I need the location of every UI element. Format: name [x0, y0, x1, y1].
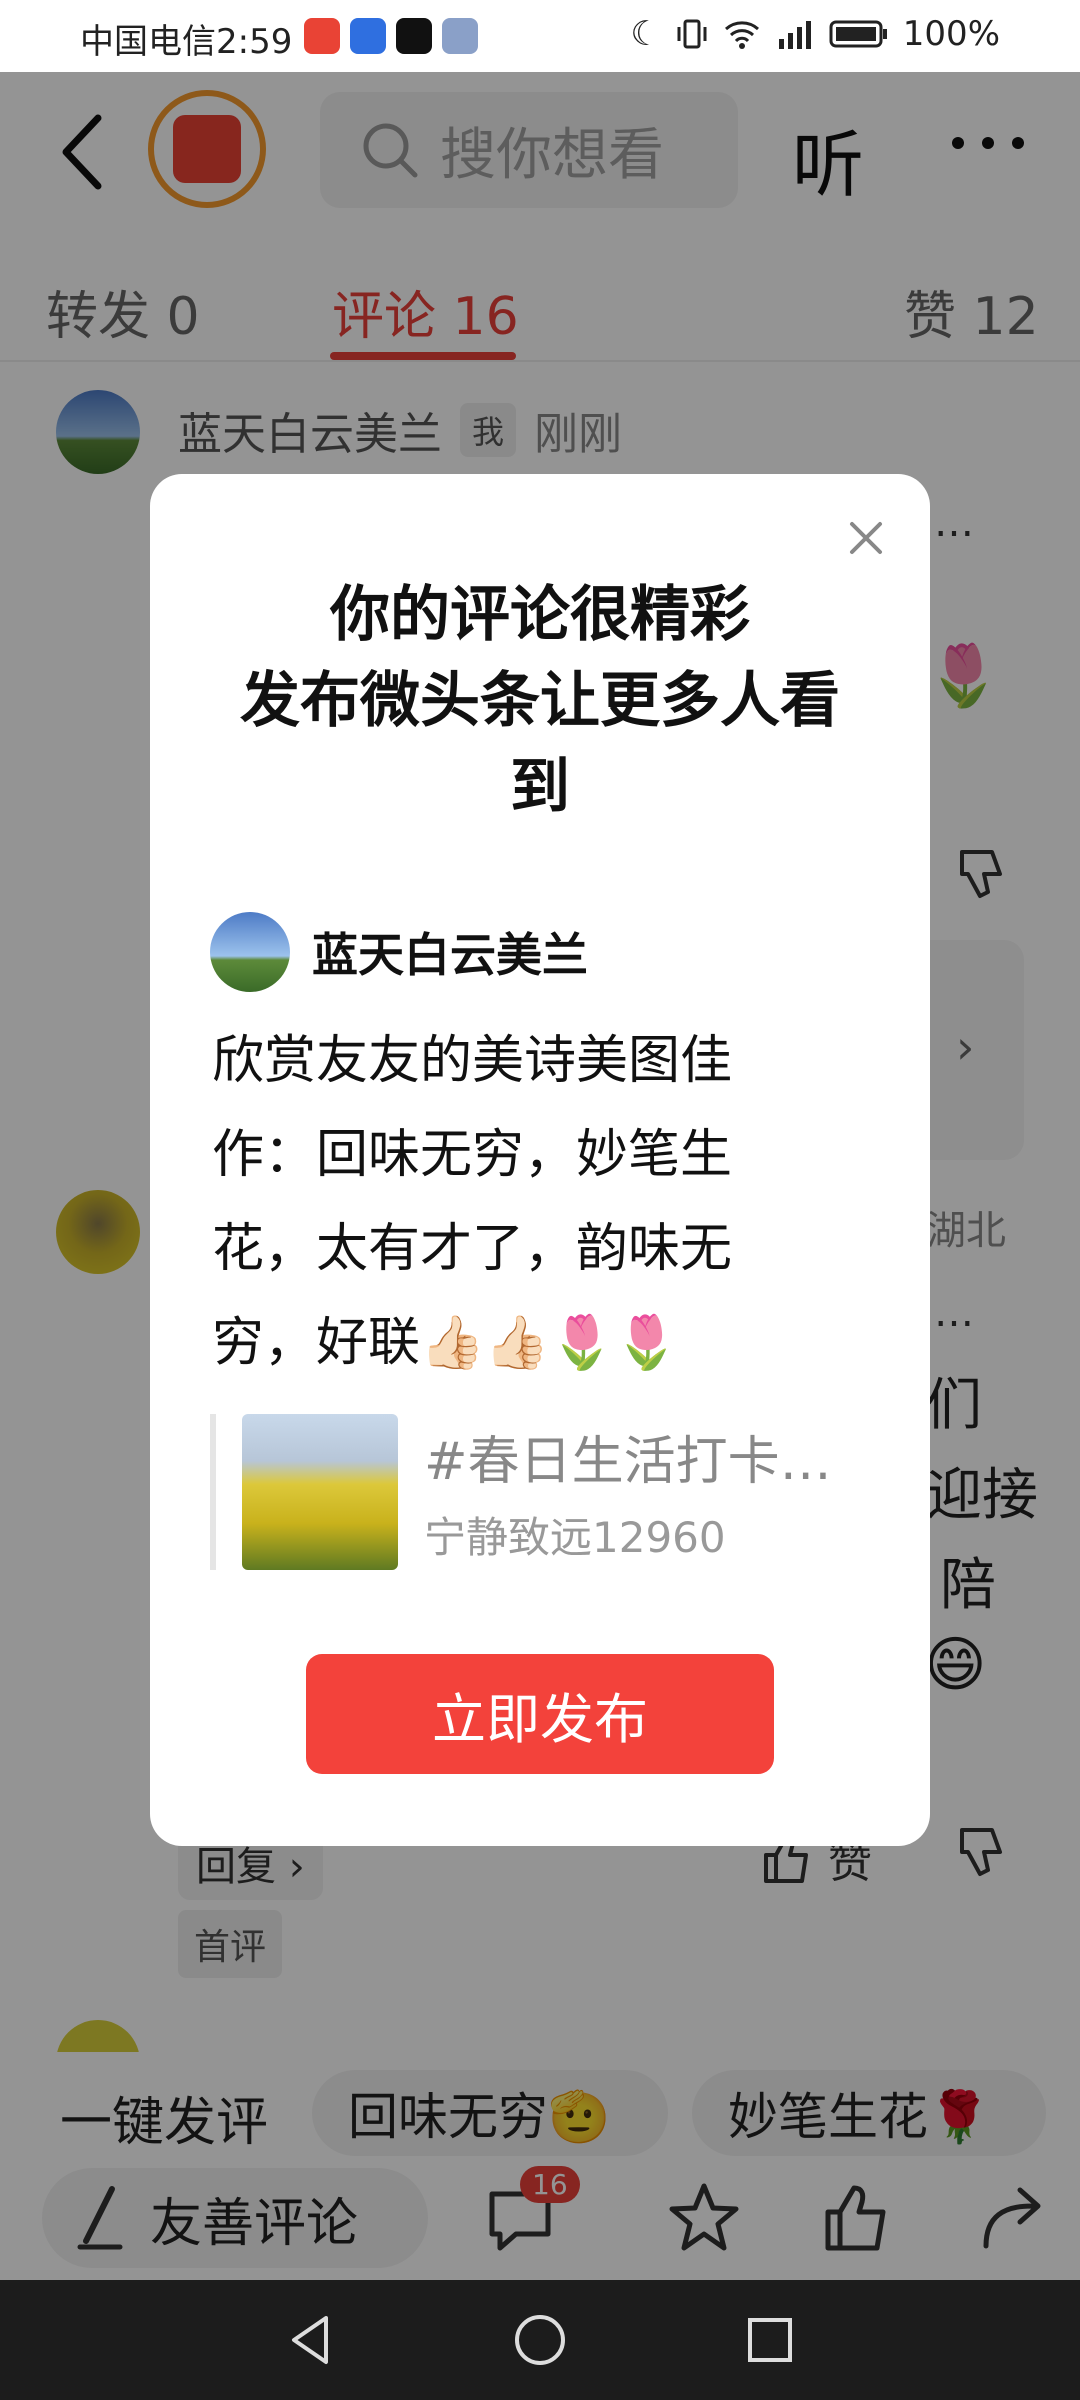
- vibrate-icon: [677, 19, 707, 49]
- quoted-post-author: 宁静致远12960: [424, 1513, 726, 1562]
- wifi-icon: [724, 21, 759, 49]
- dialog-title-line: 你的评论很精彩: [330, 580, 750, 650]
- dialog-title: 你的评论很精彩 发布微头条让更多人看 到: [150, 572, 930, 830]
- battery-icon: [829, 20, 887, 48]
- dialog-comment-text: 欣赏友友的美诗美图佳作：回味无穷，妙笔生花，太有才了，韵味无穷，好联👍🏻👍🏻🌷🌷: [212, 1031, 733, 1373]
- close-icon[interactable]: [846, 518, 886, 558]
- nav-recents-icon[interactable]: [740, 2310, 800, 2370]
- dialog-title-line: 到: [510, 752, 570, 822]
- quoted-post[interactable]: #春日生活打卡… 宁静致远12960: [210, 1414, 870, 1570]
- quoted-post-thumbnail: [242, 1414, 398, 1570]
- carrier-time: 中国电信2:59: [80, 22, 293, 62]
- signal-icon: [778, 21, 811, 49]
- dialog-title-line: 发布微头条让更多人看: [240, 666, 840, 736]
- dialog-author: 蓝天白云美兰: [210, 912, 588, 992]
- status-right: ☾ 100%: [630, 14, 1000, 54]
- publish-dialog: 你的评论很精彩 发布微头条让更多人看 到 蓝天白云美兰 欣赏友友的美诗美图佳作：…: [150, 474, 930, 1846]
- battery-percent: 100%: [902, 14, 1000, 54]
- browser-app-icon: [350, 18, 386, 54]
- book-app-icon: [304, 18, 340, 54]
- system-nav-bar: [0, 2280, 1080, 2400]
- tiktok-app-icon: [396, 18, 432, 54]
- publish-button[interactable]: 立即发布: [306, 1654, 774, 1774]
- avatar: [210, 912, 290, 992]
- moon-icon: ☾: [630, 14, 661, 54]
- nav-back-icon[interactable]: [282, 2310, 342, 2370]
- status-bar: 中国电信2:59 ☾ 100%: [0, 0, 1080, 72]
- quoted-post-title: #春日生活打卡…: [424, 1432, 832, 1492]
- notification-icons: [304, 18, 478, 54]
- dialog-author-name: 蓝天白云美兰: [312, 928, 588, 982]
- nav-home-icon[interactable]: [510, 2310, 570, 2370]
- gallery-app-icon: [442, 18, 478, 54]
